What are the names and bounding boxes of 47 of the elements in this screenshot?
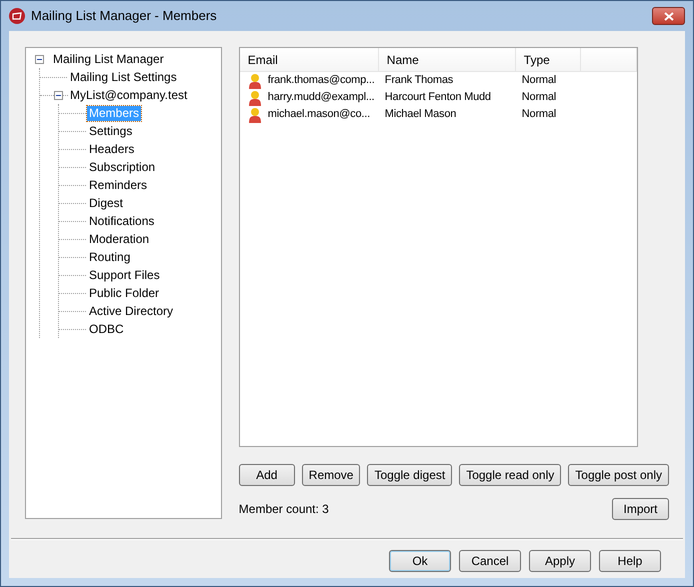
tree-item[interactable]: Moderation xyxy=(87,232,152,246)
column-header[interactable]: Name xyxy=(378,48,516,71)
action-button[interactable]: Toggle digest xyxy=(367,464,452,486)
table-cell-text: Normal xyxy=(522,73,556,88)
table-cell-text: Harcourt Fenton Mudd xyxy=(384,90,491,106)
member-count: Member count: 3 xyxy=(238,501,329,518)
tree-item[interactable]: Subscription xyxy=(87,160,158,174)
tree-item[interactable]: Notifications xyxy=(87,214,156,228)
tree-item[interactable]: Reminders xyxy=(87,178,150,192)
close-button[interactable] xyxy=(652,7,685,25)
table-cell-text: Michael Mason xyxy=(384,107,456,122)
tree-item[interactable]: MyList@company.test xyxy=(68,88,190,102)
table-cell-text: Normal xyxy=(522,90,556,106)
window-title: Mailing List Manager - Members xyxy=(31,7,217,26)
table-cell-text: frank.thomas@comp... xyxy=(268,73,375,88)
action-button[interactable]: Toggle read only xyxy=(459,464,562,486)
column-header[interactable]: Type xyxy=(516,48,581,71)
dialog-button[interactable]: Cancel xyxy=(459,550,521,572)
tree-item[interactable]: ODBC xyxy=(87,322,126,336)
column-header[interactable]: Email xyxy=(240,48,379,71)
person-icon xyxy=(248,72,262,88)
table-cell-text: Frank Thomas xyxy=(384,73,454,88)
tree-item[interactable]: Settings xyxy=(87,124,134,138)
tree-item[interactable]: Routing xyxy=(87,250,132,264)
collapse-icon[interactable] xyxy=(54,90,63,100)
dialog-button[interactable]: Apply xyxy=(529,550,591,572)
tree-item[interactable]: Headers xyxy=(87,142,136,156)
action-button[interactable]: Toggle post only xyxy=(568,464,669,486)
tree-item[interactable]: Mailing List Settings xyxy=(68,70,179,84)
tree-item[interactable]: Digest xyxy=(87,196,126,210)
person-icon xyxy=(248,106,262,122)
tree-item[interactable]: Support Files xyxy=(87,268,162,282)
action-button[interactable]: Add xyxy=(238,464,295,486)
tree-item[interactable]: Active Directory xyxy=(87,304,176,318)
close-icon xyxy=(664,12,674,20)
action-button[interactable]: Remove xyxy=(302,464,360,486)
table-cell-text: michael.mason@co... xyxy=(268,107,370,122)
app-logo-icon xyxy=(9,8,25,24)
tree-item[interactable]: Mailing List Manager xyxy=(51,52,166,66)
collapse-icon[interactable] xyxy=(35,54,44,64)
table-cell-text: Normal xyxy=(522,107,556,122)
person-icon xyxy=(248,90,262,106)
dialog-button[interactable]: Ok xyxy=(389,550,451,572)
import-button[interactable]: Import xyxy=(612,498,669,520)
table-cell-text: harry.mudd@exampl... xyxy=(268,90,374,106)
tree-item[interactable]: Public Folder xyxy=(87,286,162,300)
dialog-button[interactable]: Help xyxy=(599,550,661,572)
